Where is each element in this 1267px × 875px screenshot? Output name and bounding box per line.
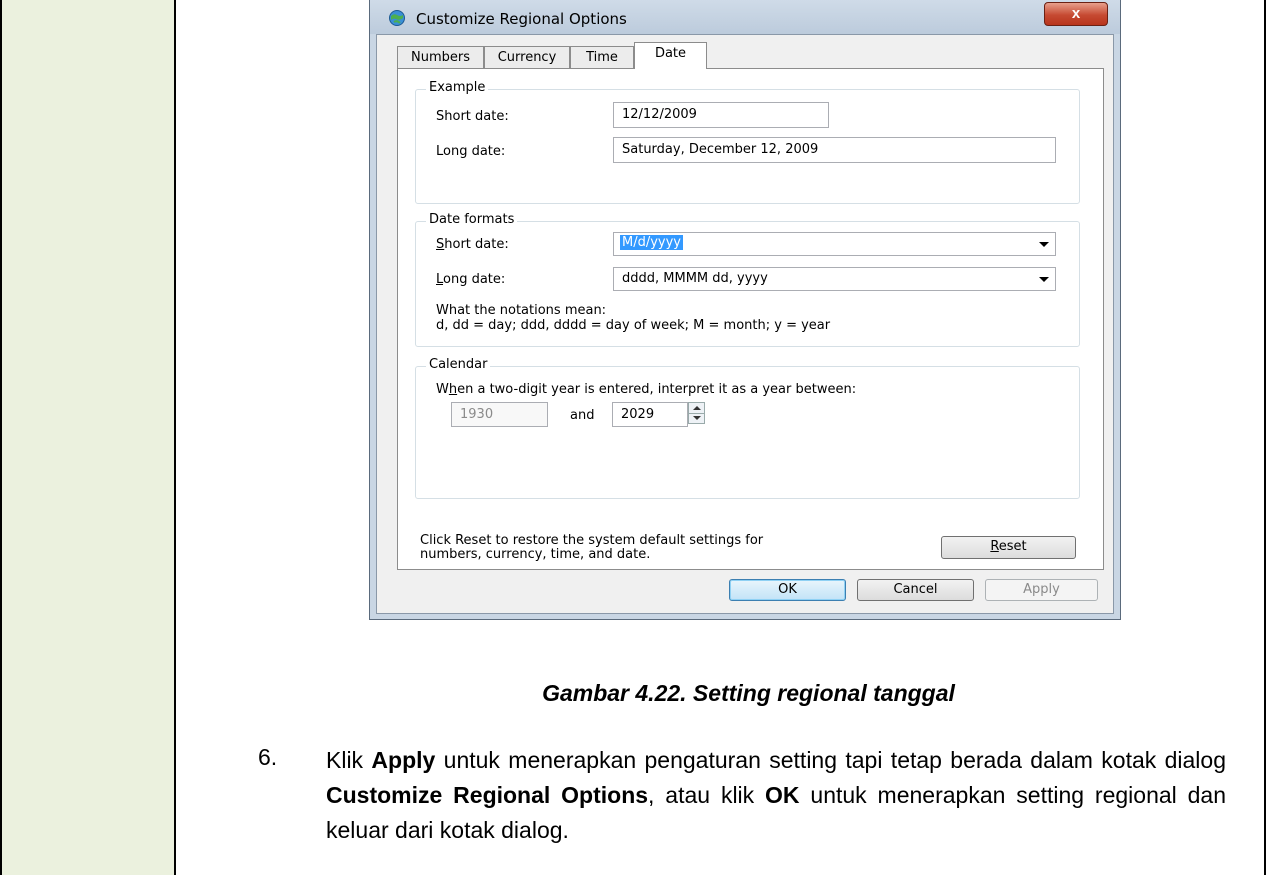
long-date-format-combo[interactable]: dddd, MMMM dd, yyyy — [613, 267, 1056, 291]
long-date-format-value: dddd, MMMM dd, yyyy — [622, 271, 768, 286]
step-text-part: , atau klik — [648, 782, 766, 808]
calendar-description: When a two-digit year is entered, interp… — [436, 382, 856, 397]
reset-note-line1: Click Reset to restore the system defaul… — [420, 533, 764, 548]
reset-label: eset — [998, 539, 1027, 554]
accelerator-key: h — [448, 382, 458, 397]
reset-button[interactable]: Reset — [941, 536, 1076, 559]
close-icon: x — [1071, 5, 1081, 22]
tab-label: Numbers — [411, 50, 470, 65]
arrow-down-icon — [693, 416, 701, 420]
cancel-button[interactable]: Cancel — [857, 579, 974, 601]
dialog-title: Customize Regional Options — [416, 10, 627, 28]
tab-label: Currency — [497, 50, 557, 65]
short-date-format-label: Short date: — [436, 237, 509, 252]
tab-currency[interactable]: Currency — [484, 46, 570, 68]
short-date-format-combo[interactable]: M/d/yyyy — [613, 232, 1056, 256]
table-left-column — [0, 0, 176, 875]
close-button[interactable]: x — [1044, 2, 1108, 26]
dialog-titlebar: Customize Regional Options x — [370, 0, 1120, 34]
spin-down-button[interactable] — [689, 413, 704, 423]
apply-label: Apply — [1023, 582, 1060, 597]
accelerator-key: R — [990, 539, 999, 554]
chevron-down-icon[interactable] — [1039, 277, 1049, 282]
figure-caption: Gambar 4.22. Setting regional tanggal — [542, 680, 955, 706]
year-from-field: 1930 — [451, 402, 548, 427]
tab-time[interactable]: Time — [570, 46, 634, 68]
step-text-part: untuk menerapkan pengaturan setting tapi… — [435, 747, 1226, 773]
notation-title: What the notations mean: — [436, 303, 607, 318]
ok-label: OK — [778, 582, 797, 597]
label-text: ong date: — [443, 272, 506, 287]
example-long-date-field: Saturday, December 12, 2009 — [613, 137, 1056, 163]
accelerator-key: L — [436, 272, 444, 287]
tab-date[interactable]: Date — [634, 42, 707, 69]
tab-numbers[interactable]: Numbers — [397, 46, 484, 68]
long-date-format-label: Long date: — [436, 272, 505, 287]
desc-part: W — [436, 382, 449, 397]
example-group-label: Example — [426, 80, 489, 95]
year-from-value: 1930 — [460, 407, 494, 422]
document-page: Customize Regional Options x Numbers Cur… — [0, 0, 1267, 875]
date-formats-group-label: Date formats — [426, 212, 518, 227]
dialog-name-keyword: Customize Regional Options — [326, 782, 649, 808]
table-right-border — [1264, 0, 1266, 875]
arrow-up-icon — [693, 406, 701, 410]
globe-icon — [389, 10, 405, 26]
ok-button[interactable]: OK — [729, 579, 846, 601]
calendar-group-label: Calendar — [426, 357, 491, 372]
example-short-date-field: 12/12/2009 — [613, 102, 829, 128]
notation-text: d, dd = day; ddd, dddd = day of week; M … — [436, 318, 831, 333]
cancel-label: Cancel — [893, 582, 938, 597]
year-to-value: 2029 — [621, 407, 655, 422]
step-number: 6. — [258, 744, 278, 770]
reset-note-line2: numbers, currency, time, and date. — [420, 547, 651, 562]
label-text: hort date: — [444, 237, 509, 252]
example-short-date-value: 12/12/2009 — [622, 107, 697, 122]
example-long-date-label: Long date: — [436, 144, 506, 159]
apply-button[interactable]: Apply — [985, 579, 1098, 601]
year-spinner[interactable] — [688, 402, 705, 424]
year-to-field[interactable]: 2029 — [612, 402, 688, 427]
short-date-format-value: M/d/yyyy — [620, 235, 684, 250]
ok-keyword: OK — [765, 782, 800, 808]
and-label: and — [570, 408, 595, 423]
chevron-down-icon[interactable] — [1039, 242, 1049, 247]
desc-part: en a two-digit year is entered, interpre… — [457, 382, 857, 397]
step-text-part: Klik — [326, 747, 372, 773]
example-long-date-value: Saturday, December 12, 2009 — [622, 142, 819, 157]
tab-label: Date — [654, 46, 687, 61]
tab-label: Time — [586, 50, 618, 65]
step-text: Klik Apply untuk menerapkan pengaturan s… — [326, 743, 1226, 848]
apply-keyword: Apply — [371, 747, 436, 773]
example-short-date-label: Short date: — [436, 109, 509, 124]
